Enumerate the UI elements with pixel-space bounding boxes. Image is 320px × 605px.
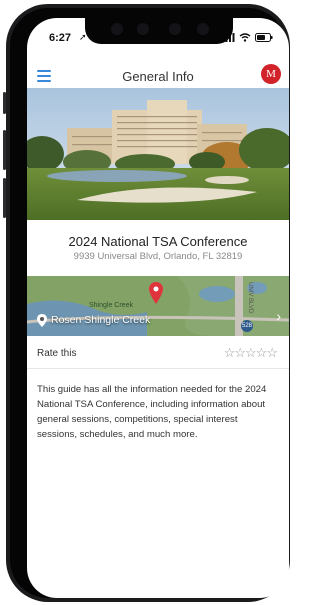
star-rating[interactable]: ☆☆☆☆☆: [224, 345, 278, 361]
rate-label: Rate this: [37, 348, 77, 359]
volume-down-button: [3, 178, 6, 218]
volume-up-button: [3, 130, 6, 170]
app-screen: 6:27 ➚ General Info M 2024 National TSA …: [27, 18, 289, 598]
location-pin-icon: [37, 314, 47, 327]
battery-icon: [255, 33, 273, 42]
conference-name: 2024 National TSA Conference: [68, 234, 248, 249]
map-marker-icon[interactable]: [149, 282, 163, 304]
mute-switch: [3, 92, 6, 114]
rating-row: Rate this ☆☆☆☆☆: [27, 340, 289, 369]
road-badge: 528: [241, 320, 253, 332]
venue-map[interactable]: Shingle Creek UNIV BLVD 528 Rosen Shingl…: [27, 276, 289, 336]
chevron-right-icon[interactable]: ›: [276, 308, 281, 324]
hotel-hero-image: [27, 88, 289, 220]
conference-address: 9939 Universal Blvd, Orlando, FL 32819: [73, 251, 243, 262]
wifi-icon: [239, 33, 251, 42]
user-avatar[interactable]: M: [261, 64, 281, 84]
venue-location-label: Rosen Shingle Creek: [51, 314, 151, 326]
page-title: General Info: [122, 69, 194, 84]
map-place-text: Shingle Creek: [89, 302, 133, 309]
guide-description: This guide has all the information neede…: [37, 384, 267, 440]
map-road-text: UNIV BLVD: [247, 282, 253, 314]
status-time: 6:27: [49, 32, 72, 44]
notch: [85, 18, 233, 44]
